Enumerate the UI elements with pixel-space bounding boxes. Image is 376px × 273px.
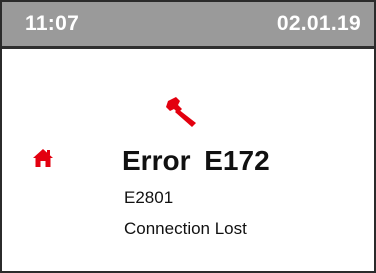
device-screen: 11:07 02.01.19 Error E172 E2801 Connecti… (0, 0, 376, 273)
error-message: Connection Lost (124, 219, 247, 238)
status-date: 02.01.19 (276, 12, 361, 35)
home-icon[interactable] (32, 147, 54, 169)
error-title: Error E172 (122, 145, 270, 176)
status-time: 11:07 (25, 12, 80, 35)
wrench-icon (166, 97, 196, 127)
error-code: E2801 (124, 188, 174, 207)
error-panel: Error E172 E2801 Connection Lost (2, 49, 374, 271)
status-bar: 11:07 02.01.19 (2, 2, 374, 49)
